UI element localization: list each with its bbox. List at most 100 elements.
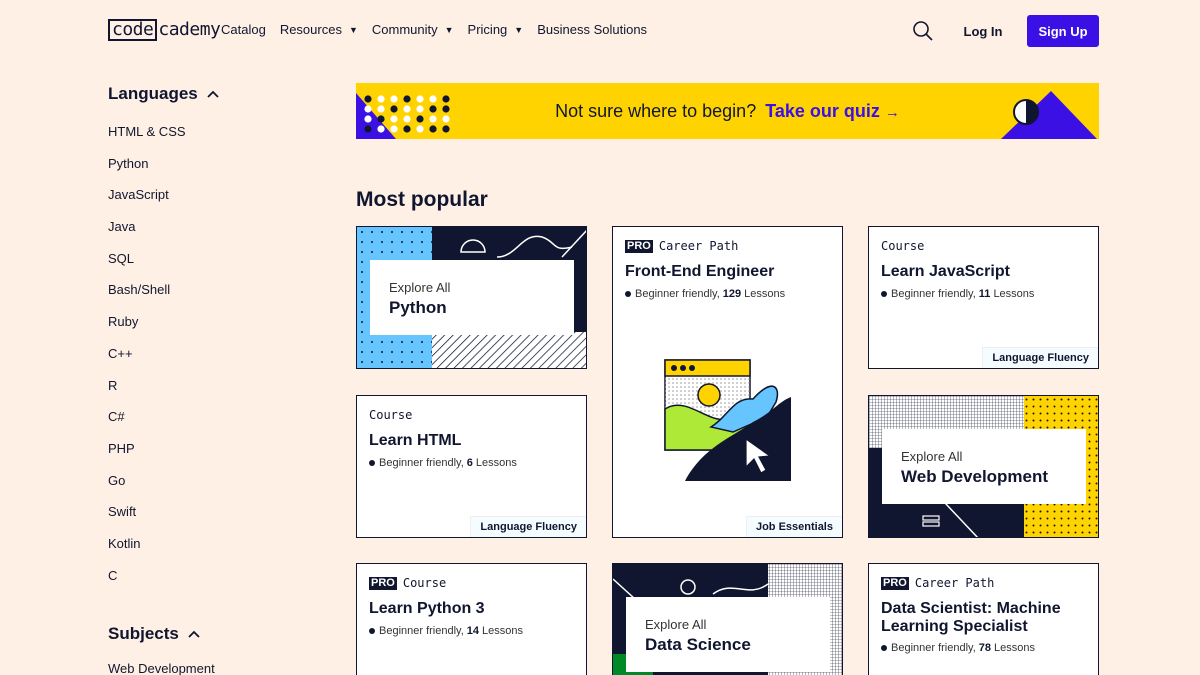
lesson-unit: Lessons	[744, 288, 786, 300]
codecademy-logo[interactable]: code cademy	[108, 18, 221, 42]
sidebar-item-java[interactable]: Java	[108, 211, 308, 243]
card-tag: Language Fluency	[470, 516, 586, 537]
lesson-unit: Lessons	[482, 625, 524, 637]
lesson-count: 11	[978, 288, 991, 300]
nav-catalog[interactable]: Catalog	[221, 22, 266, 37]
lesson-count: 14	[466, 625, 480, 637]
sidebar-item-csharp[interactable]: C#	[108, 401, 308, 433]
chevron-up-icon	[207, 90, 219, 98]
card-meta: Beginner friendly, 14 Lessons	[369, 625, 523, 637]
chevron-up-icon	[188, 630, 200, 638]
explore-all-label: Explore All	[901, 449, 963, 464]
nav-community[interactable]: Community ▼	[372, 22, 454, 37]
lesson-count: 6	[466, 457, 473, 469]
sidebar-item-web-development[interactable]: Web Development	[108, 658, 215, 675]
login-button[interactable]: Log In	[952, 15, 1014, 47]
sidebar-item-python[interactable]: Python	[108, 148, 308, 180]
explore-all-label: Explore All	[389, 280, 451, 295]
sidebar-item-swift[interactable]: Swift	[108, 496, 308, 528]
sidebar-item-cpp[interactable]: C++	[108, 338, 308, 370]
explore-title: Web Development	[901, 467, 1049, 486]
card-explore-web-development[interactable]: Explore All Web Development	[868, 395, 1099, 538]
card-kind-label: Course	[881, 239, 925, 253]
card-kind: PRO Career Path	[625, 239, 738, 253]
sidebar-item-bash-shell[interactable]: Bash/Shell	[108, 274, 308, 306]
explore-title: Data Science	[645, 635, 751, 654]
card-kind-label: Course	[369, 408, 413, 422]
sidebar-item-go[interactable]: Go	[108, 465, 308, 497]
sidebar-item-r[interactable]: R	[108, 370, 308, 402]
card-kind-label: Course	[402, 576, 447, 590]
banner-text: Not sure where to begin? Take our quiz →	[356, 83, 1099, 139]
quiz-label: Take our quiz	[765, 100, 880, 121]
nav-label: Business Solutions	[537, 22, 648, 37]
card-learn-python-3[interactable]: PRO Course Learn Python 3 Beginner friend…	[356, 563, 587, 675]
sidebar-item-ruby[interactable]: Ruby	[108, 306, 308, 338]
lesson-unit: Lessons	[993, 288, 1035, 300]
card-explore-data-science[interactable]: Explore All Data Science	[612, 563, 843, 675]
lesson-count: 129	[722, 288, 742, 300]
sidebar-item-kotlin[interactable]: Kotlin	[108, 528, 308, 560]
signup-button[interactable]: Sign Up	[1027, 15, 1099, 47]
top-nav: code cademy Catalog Resources ▼ Community ▼…	[0, 0, 1200, 62]
sidebar-item-html-css[interactable]: HTML & CSS	[108, 116, 308, 148]
card-title: Data Scientist: Machine Learning Special…	[881, 600, 1061, 635]
quiz-banner[interactable]: Not sure where to begin? Take our quiz →	[356, 83, 1099, 139]
card-title: Learn JavaScript	[881, 263, 1010, 280]
card-explore-python[interactable]: Explore All Python	[356, 226, 587, 369]
nav-business-solutions[interactable]: Business Solutions	[537, 22, 647, 37]
front-end-illustration	[664, 359, 791, 481]
sidebar-item-javascript[interactable]: JavaScript	[108, 179, 308, 211]
card-title: Learn HTML	[369, 432, 462, 449]
take-quiz-link[interactable]: Take our quiz →	[765, 101, 900, 122]
difficulty-label: Beginner friendly,	[635, 288, 720, 300]
card-learn-html[interactable]: Course Learn HTML Beginner friendly, 6 Les…	[356, 395, 587, 538]
bullet-icon	[369, 460, 375, 466]
sidebar-item-php[interactable]: PHP	[108, 433, 308, 465]
bullet-icon	[625, 291, 631, 297]
caret-down-icon: ▼	[514, 24, 524, 35]
lesson-count: 78	[978, 642, 992, 654]
subjects-section: Subjects Web Development	[108, 622, 215, 675]
languages-heading: Languages	[108, 84, 198, 103]
difficulty-label: Beginner friendly,	[379, 457, 464, 469]
languages-toggle[interactable]: Languages	[108, 82, 308, 106]
lesson-unit: Lessons	[475, 457, 517, 469]
nav-label: Community	[371, 22, 438, 37]
explore-all-label: Explore All	[645, 617, 707, 632]
caret-down-icon: ▼	[444, 24, 454, 35]
card-tag: Language Fluency	[982, 347, 1098, 368]
explore-title: Python	[389, 298, 447, 317]
card-front-end-engineer[interactable]: PRO Career Path Front-End Engineer Beginn…	[612, 226, 843, 538]
sidebar-item-c[interactable]: C	[108, 560, 308, 592]
card-meta: Beginner friendly, 11 Lessons	[881, 288, 1034, 300]
nav-label: Pricing	[467, 22, 508, 37]
card-learn-javascript[interactable]: Course Learn JavaScript Beginner friendl…	[868, 226, 1099, 369]
difficulty-label: Beginner friendly,	[891, 642, 976, 654]
pro-badge: PRO	[369, 576, 397, 590]
logo-code: code	[108, 19, 158, 41]
search-button[interactable]	[912, 20, 934, 42]
card-kind-label: Career Path	[658, 239, 739, 253]
bullet-icon	[369, 628, 375, 634]
bullet-icon	[881, 291, 887, 297]
subjects-toggle[interactable]: Subjects	[108, 622, 215, 646]
card-title: Learn Python 3	[369, 600, 485, 617]
card-kind-label: Career Path	[914, 576, 995, 590]
logo-cademy: cademy	[158, 19, 221, 40]
explore-label-box: Explore All Data Science	[626, 597, 830, 672]
explore-label-box: Explore All Web Development	[882, 429, 1086, 504]
banner-prompt: Not sure where to begin?	[555, 100, 757, 121]
subjects-heading: Subjects	[108, 624, 179, 643]
explore-label-box: Explore All Python	[370, 260, 574, 335]
nav-resources[interactable]: Resources ▼	[280, 22, 358, 37]
nav-pricing[interactable]: Pricing ▼	[468, 22, 524, 37]
catalog-sidebar: Languages HTML & CSS Python JavaScript J…	[108, 82, 308, 591]
bullet-icon	[881, 645, 887, 651]
main-nav: Catalog Resources ▼ Community ▼ Pricing ▼ B…	[221, 22, 661, 37]
card-data-scientist-ml[interactable]: PRO Career Path Data Scientist: Machine L…	[868, 563, 1099, 675]
lesson-unit: Lessons	[994, 642, 1036, 654]
card-meta: Beginner friendly, 6 Lessons	[369, 457, 517, 469]
difficulty-label: Beginner friendly,	[891, 288, 976, 300]
sidebar-item-sql[interactable]: SQL	[108, 243, 308, 275]
